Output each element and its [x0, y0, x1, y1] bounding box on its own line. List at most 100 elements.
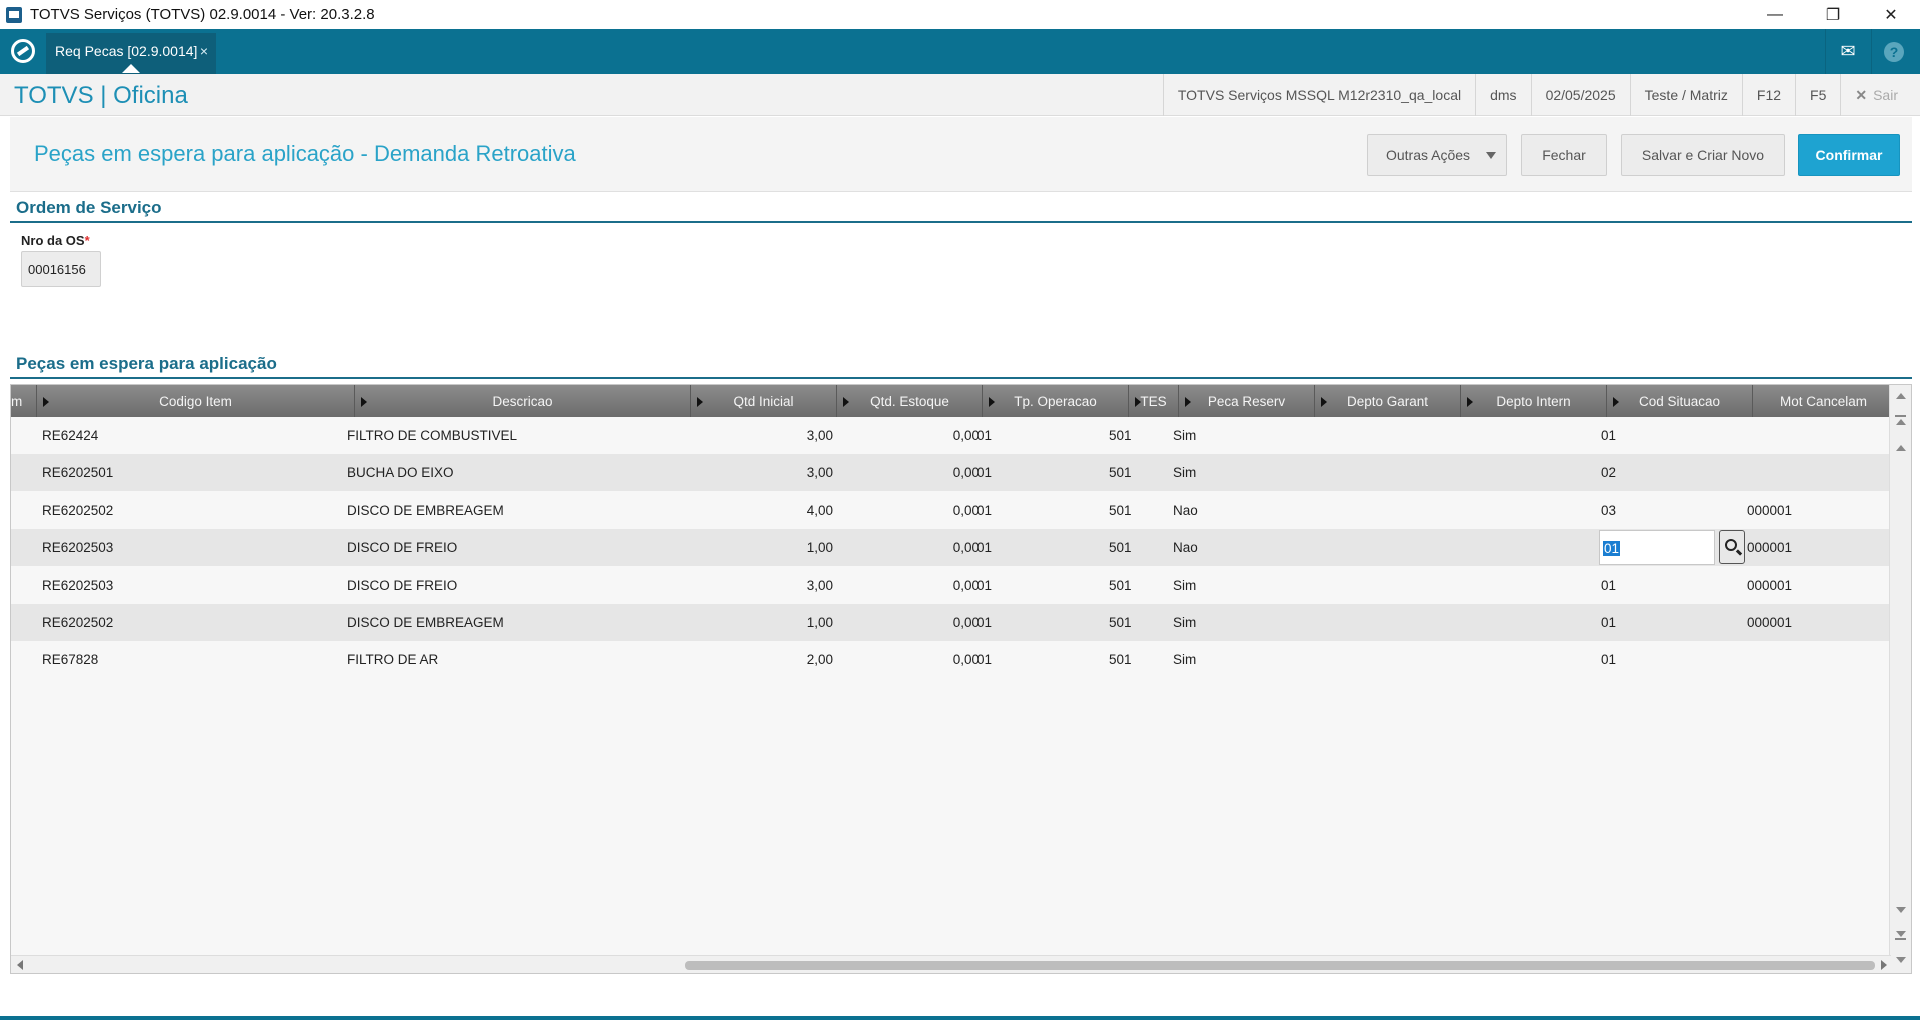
cell-qtd-inicial[interactable]: 3,00: [691, 454, 833, 491]
date-label[interactable]: 02/05/2025: [1530, 74, 1630, 116]
cell-codigo[interactable]: RE6202502: [42, 492, 342, 529]
table-row[interactable]: RE62424 FILTRO DE COMBUSTIVEL 3,00 0,00 01 50…: [11, 417, 1891, 454]
column-sort-icon[interactable]: [43, 397, 49, 407]
column-sort-icon[interactable]: [989, 397, 995, 407]
scroll-up-icon[interactable]: [1896, 393, 1906, 399]
column-header[interactable]: Tp. Operacao: [983, 385, 1129, 417]
cell-qtd-inicial[interactable]: 1,00: [691, 604, 833, 641]
table-row[interactable]: RE67828 FILTRO DE AR 2,00 0,00 01 501 Sim 01: [11, 641, 1891, 679]
cell-tes[interactable]: 501: [1109, 454, 1159, 491]
column-header[interactable]: m: [11, 385, 37, 417]
cell-tes[interactable]: 501: [1109, 529, 1159, 566]
module-label[interactable]: dms: [1475, 74, 1530, 116]
cell-peca-reserv[interactable]: Nao: [1173, 529, 1293, 566]
sair-button[interactable]: ✕ Sair: [1840, 74, 1920, 116]
cell-tes[interactable]: 501: [1109, 604, 1159, 641]
cell-descricao[interactable]: DISCO DE FREIO: [347, 529, 677, 566]
table-row[interactable]: RE6202503 DISCO DE FREIO 1,00 0,00 01 501 Nao 0…: [11, 529, 1891, 567]
f12-button[interactable]: F12: [1741, 74, 1795, 116]
cell-tp-operacao[interactable]: 01: [977, 641, 1077, 678]
cell-cod-situacao[interactable]: 01: [1601, 604, 1701, 641]
cell-cod-situacao[interactable]: 03: [1601, 492, 1701, 529]
column-header[interactable]: Cod Situacao: [1607, 385, 1753, 417]
cell-codigo[interactable]: RE6202502: [42, 604, 342, 641]
scroll-page-up-arrow-icon[interactable]: [1896, 419, 1906, 425]
horizontal-scrollbar[interactable]: [11, 955, 1891, 973]
cell-descricao[interactable]: FILTRO DE AR: [347, 641, 677, 678]
cell-tes[interactable]: 501: [1109, 641, 1159, 678]
scroll-thumb[interactable]: [685, 961, 1875, 970]
branch-label[interactable]: Teste / Matriz: [1629, 74, 1742, 116]
restore-button[interactable]: ❐: [1804, 0, 1862, 29]
cell-cod-situacao[interactable]: 01: [1601, 641, 1701, 678]
column-sort-icon[interactable]: [1467, 397, 1473, 407]
cell-mot-cancelam[interactable]: [1747, 641, 1867, 678]
environment-label[interactable]: TOTVS Serviços MSSQL M12r2310_qa_local: [1162, 74, 1475, 116]
cell-tp-operacao[interactable]: 01: [977, 454, 1077, 491]
scroll-page-down-icon[interactable]: [1895, 938, 1906, 940]
cell-tp-operacao[interactable]: 01: [977, 492, 1077, 529]
cell-tes[interactable]: 501: [1109, 492, 1159, 529]
tab-close-icon[interactable]: ×: [200, 43, 208, 59]
column-sort-icon[interactable]: [1135, 397, 1141, 407]
cell-qtd-estoque[interactable]: 0,00: [837, 492, 979, 529]
vertical-scrollbar[interactable]: [1889, 385, 1911, 973]
scroll-page-down-arrow-icon[interactable]: [1896, 931, 1906, 937]
help-icon[interactable]: ?: [1872, 29, 1916, 74]
table-row[interactable]: RE6202503 DISCO DE FREIO 3,00 0,00 01 501 Sim 0…: [11, 566, 1891, 604]
pecas-grid[interactable]: m Codigo Item Descricao Qtd Inicial Qtd. Est…: [10, 384, 1912, 974]
column-sort-icon[interactable]: [1613, 397, 1619, 407]
minimize-button[interactable]: —: [1746, 0, 1804, 29]
cell-peca-reserv[interactable]: Sim: [1173, 417, 1293, 454]
cell-tp-operacao[interactable]: 01: [977, 529, 1077, 566]
cell-qtd-inicial[interactable]: 4,00: [691, 492, 833, 529]
column-header[interactable]: Mot Cancelam: [1753, 385, 1895, 417]
column-sort-icon[interactable]: [361, 397, 367, 407]
column-header[interactable]: Depto Intern: [1461, 385, 1607, 417]
scroll-left-icon[interactable]: [17, 960, 23, 970]
table-row[interactable]: RE6202501 BUCHA DO EIXO 3,00 0,00 01 501 Sim 02: [11, 454, 1891, 492]
column-sort-icon[interactable]: [1185, 397, 1191, 407]
cell-tp-operacao[interactable]: 01: [977, 417, 1077, 454]
scroll-up-small-icon[interactable]: [1896, 445, 1906, 451]
cell-cod-situacao[interactable]: 01: [1601, 417, 1701, 454]
confirmar-button[interactable]: Confirmar: [1798, 134, 1900, 176]
cell-descricao[interactable]: DISCO DE EMBREAGEM: [347, 604, 677, 641]
cell-mot-cancelam[interactable]: [1747, 417, 1867, 454]
cod-situacao-input[interactable]: 01: [1599, 530, 1715, 566]
mail-icon[interactable]: ✉: [1826, 29, 1870, 74]
cell-mot-cancelam[interactable]: 000001: [1747, 604, 1867, 641]
cell-qtd-inicial[interactable]: 2,00: [691, 641, 833, 678]
nro-os-field[interactable]: 00016156: [21, 251, 101, 287]
column-header[interactable]: Qtd. Estoque: [837, 385, 983, 417]
cell-mot-cancelam[interactable]: 000001: [1747, 567, 1867, 604]
cell-peca-reserv[interactable]: Sim: [1173, 454, 1293, 491]
cell-qtd-estoque[interactable]: 0,00: [837, 529, 979, 566]
cell-mot-cancelam[interactable]: 000001: [1747, 492, 1867, 529]
cell-tes[interactable]: 501: [1109, 417, 1159, 454]
cell-descricao[interactable]: FILTRO DE COMBUSTIVEL: [347, 417, 677, 454]
cell-codigo[interactable]: RE6202503: [42, 567, 342, 604]
cell-descricao[interactable]: BUCHA DO EIXO: [347, 454, 677, 491]
cell-codigo[interactable]: RE67828: [42, 641, 342, 678]
cell-qtd-estoque[interactable]: 0,00: [837, 604, 979, 641]
home-icon[interactable]: [11, 39, 35, 63]
cell-mot-cancelam[interactable]: 000001: [1747, 529, 1867, 566]
scroll-down-small-icon[interactable]: [1896, 907, 1906, 913]
cell-mot-cancelam[interactable]: [1747, 454, 1867, 491]
scroll-right-icon[interactable]: [1881, 960, 1887, 970]
column-header[interactable]: Codigo Item: [37, 385, 355, 417]
f5-button[interactable]: F5: [1795, 74, 1840, 116]
cell-qtd-inicial[interactable]: 1,00: [691, 529, 833, 566]
cell-qtd-estoque[interactable]: 0,00: [837, 567, 979, 604]
cell-peca-reserv[interactable]: Nao: [1173, 492, 1293, 529]
outras-acoes-button[interactable]: Outras Ações: [1367, 134, 1507, 176]
column-header[interactable]: Peca Reserv: [1179, 385, 1315, 417]
column-header[interactable]: Depto Garant: [1315, 385, 1461, 417]
column-header[interactable]: Descricao: [355, 385, 691, 417]
column-header[interactable]: Qtd Inicial: [691, 385, 837, 417]
column-header[interactable]: TES: [1129, 385, 1179, 417]
salvar-criar-novo-button[interactable]: Salvar e Criar Novo: [1621, 134, 1785, 176]
fechar-button[interactable]: Fechar: [1521, 134, 1607, 176]
cell-qtd-estoque[interactable]: 0,00: [837, 417, 979, 454]
